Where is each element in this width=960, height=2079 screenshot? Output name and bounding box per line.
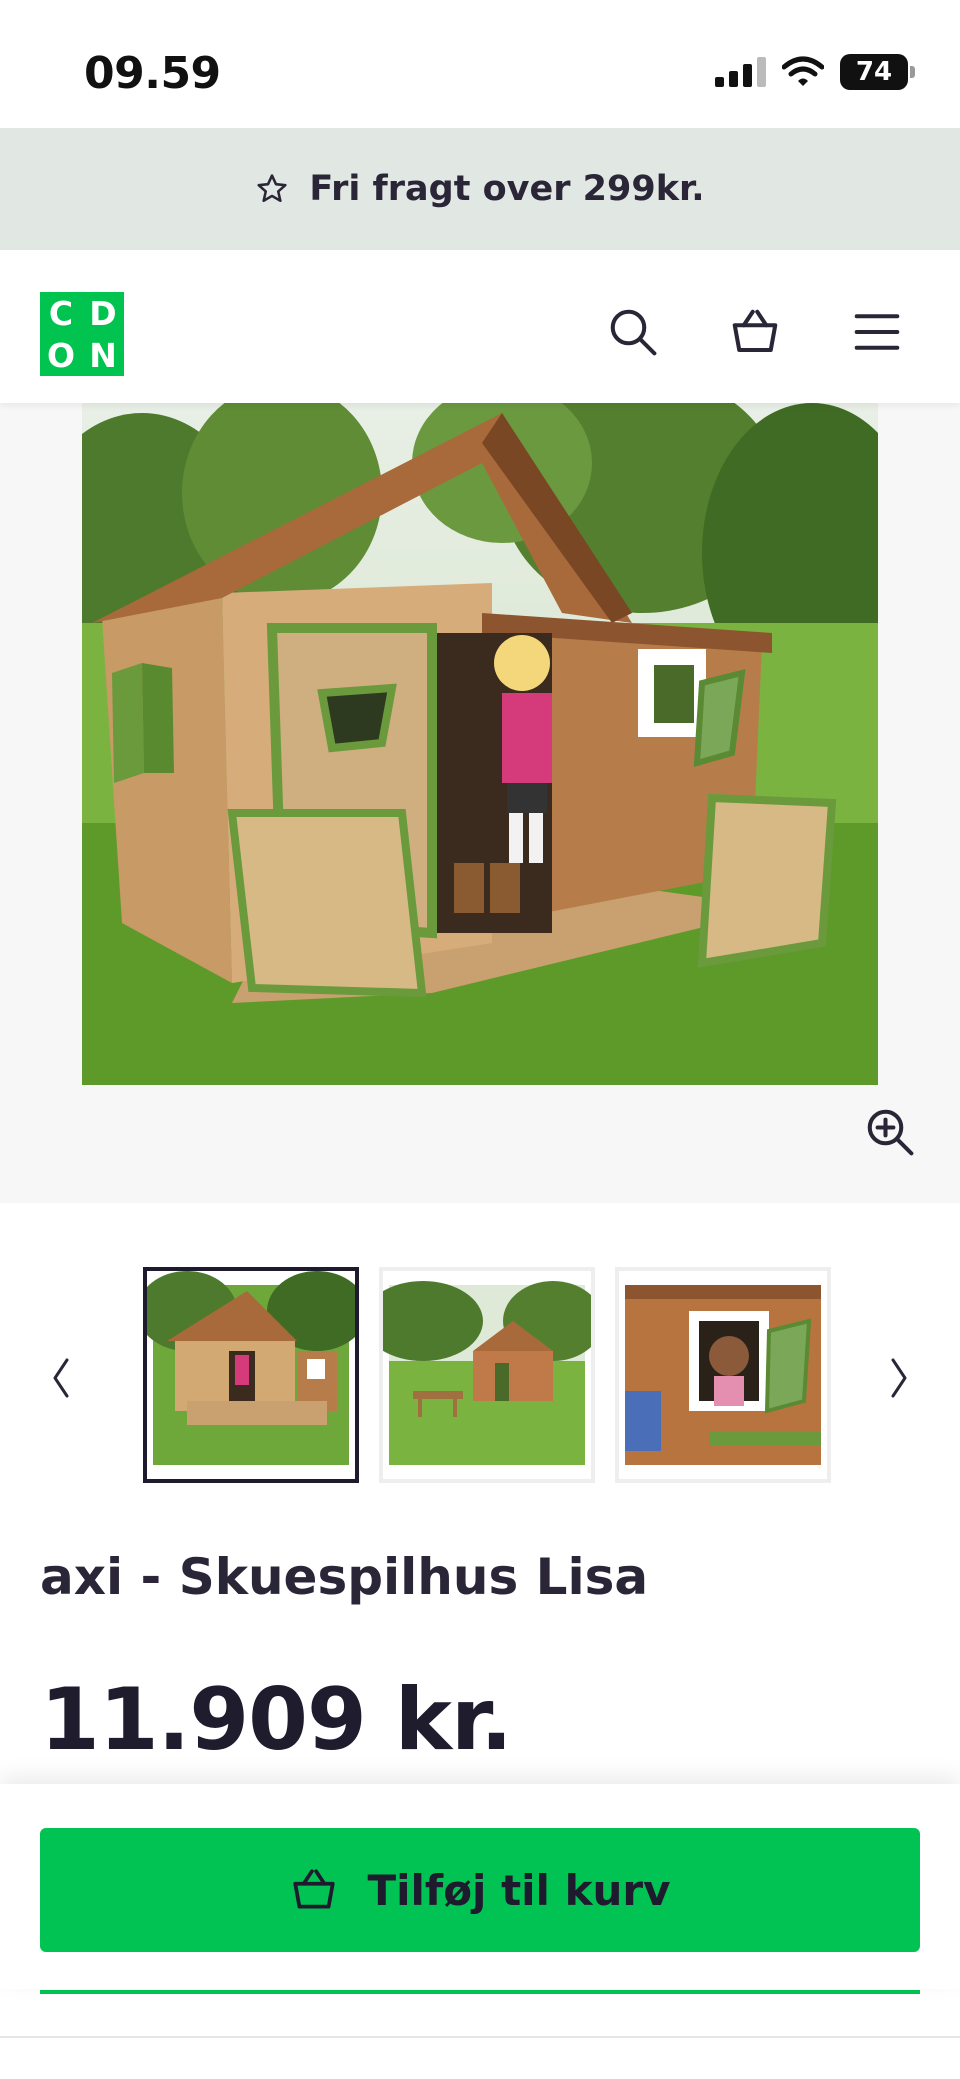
chevron-right-icon	[891, 1358, 907, 1398]
battery-level: 74	[855, 57, 893, 87]
button-underline	[40, 1990, 920, 1994]
wifi-icon	[782, 56, 824, 86]
divider	[0, 2036, 960, 2038]
hamburger-menu-icon	[854, 314, 900, 350]
search-button[interactable]	[601, 300, 665, 364]
sticky-cart-bar: Tilføj til kurv	[0, 1784, 960, 1989]
main-product-image[interactable]	[82, 403, 878, 1085]
add-to-cart-button[interactable]: Tilføj til kurv	[40, 1828, 920, 1952]
zoom-button[interactable]	[858, 1100, 922, 1164]
product-title: axi - Skuespilhus Lisa	[40, 1548, 649, 1606]
logo-letter: N	[89, 335, 117, 375]
thumbnail-1[interactable]	[143, 1267, 359, 1483]
basket-icon	[732, 309, 778, 353]
chevron-left-icon	[53, 1358, 69, 1398]
battery-icon: 74	[840, 54, 915, 90]
product-image-area	[0, 403, 960, 1203]
logo-letter: O	[46, 335, 76, 375]
thumbnail-2[interactable]	[379, 1267, 595, 1483]
star-outline-icon	[257, 174, 288, 203]
carousel-prev-button[interactable]	[36, 1343, 86, 1413]
site-header: C D O N	[0, 250, 960, 403]
carousel-next-button[interactable]	[874, 1343, 924, 1413]
search-icon	[610, 309, 657, 356]
cdon-logo[interactable]: C D O N	[40, 292, 124, 376]
thumbnail-carousel	[0, 1203, 960, 1503]
logo-letter: C	[48, 293, 74, 333]
product-price: 11.909 kr.	[40, 1670, 513, 1770]
status-time: 09.59	[84, 48, 221, 99]
basket-icon	[293, 1869, 336, 1909]
promo-text: Fri fragt over 299kr.	[309, 169, 705, 209]
cellular-signal-icon	[715, 57, 766, 87]
promo-banner: Fri fragt over 299kr.	[0, 128, 960, 250]
status-bar: 09.59 74	[0, 0, 960, 128]
zoom-in-icon	[867, 1109, 914, 1156]
basket-button[interactable]	[723, 300, 787, 364]
thumbnail-3[interactable]	[615, 1267, 831, 1483]
logo-letter: D	[89, 293, 117, 333]
menu-button[interactable]	[845, 300, 909, 364]
add-to-cart-label: Tilføj til kurv	[367, 1865, 671, 1915]
status-icons: 74	[715, 50, 915, 94]
